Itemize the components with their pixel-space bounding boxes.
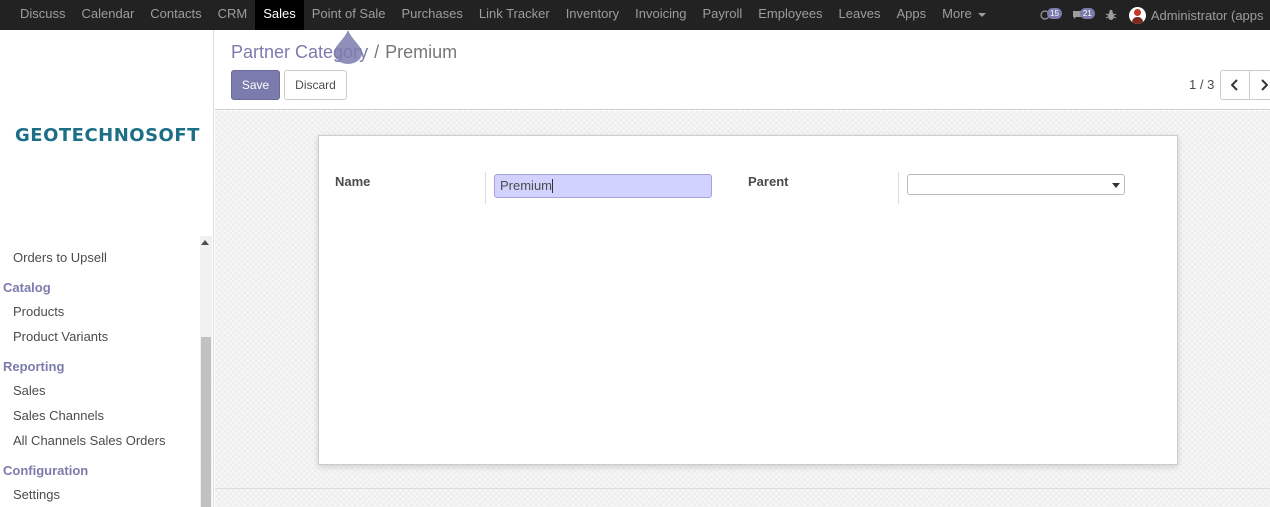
menu-contacts[interactable]: Contacts	[142, 0, 209, 30]
pager-previous-button[interactable]	[1220, 70, 1250, 100]
systray: 15 21 Administrator (apps	[1040, 0, 1264, 30]
breadcrumb-separator: /	[374, 42, 380, 62]
company-logo: GEOTECHNOSOFT	[15, 125, 200, 146]
divider	[485, 172, 486, 204]
activities-button[interactable]: 15	[1040, 7, 1062, 20]
messages-count-badge: 21	[1079, 7, 1095, 19]
debug-button[interactable]	[1105, 9, 1117, 21]
user-name: Administrator (apps	[1150, 7, 1264, 23]
menu-inventory[interactable]: Inventory	[558, 0, 627, 30]
menu-calendar[interactable]: Calendar	[74, 0, 143, 30]
text-caret	[552, 178, 554, 193]
name-field[interactable]: Premium	[494, 174, 712, 198]
sidebar-item-products[interactable]: Products	[13, 304, 64, 319]
menu-leaves[interactable]: Leaves	[831, 0, 889, 30]
app-menu: Discuss Calendar Contacts CRM Sales Poin…	[0, 0, 994, 30]
menu-more[interactable]: More	[934, 0, 994, 30]
bug-icon	[1105, 9, 1117, 20]
user-menu[interactable]: Administrator (apps	[1128, 6, 1264, 24]
menu-point-of-sale[interactable]: Point of Sale	[304, 0, 394, 30]
sidebar-section-reporting: Reporting	[3, 359, 65, 374]
control-panel: Partner Category / Premium Save Discard 1 …	[215, 30, 1270, 110]
pager-value[interactable]: 1 / 3	[1189, 77, 1214, 92]
sidebar-item-all-channels-sales-orders[interactable]: All Channels Sales Orders	[13, 433, 165, 448]
menu-more-label: More	[942, 6, 972, 21]
sidebar-section-configuration: Configuration	[3, 463, 89, 478]
menu-purchases[interactable]: Purchases	[393, 0, 470, 30]
menu-invoicing[interactable]: Invoicing	[627, 0, 694, 30]
menu-sales[interactable]: Sales	[255, 0, 304, 30]
menu-employees[interactable]: Employees	[750, 0, 830, 30]
parent-select[interactable]	[907, 174, 1125, 195]
discard-button[interactable]: Discard	[284, 70, 347, 100]
caret-down-icon[interactable]	[1112, 183, 1120, 188]
messages-button[interactable]: 21	[1072, 7, 1095, 20]
menu-link-tracker[interactable]: Link Tracker	[471, 0, 558, 30]
divider	[215, 488, 1270, 489]
cursor-droplet-icon	[334, 30, 362, 64]
app-sidebar: GEOTECHNOSOFT Orders to Upsell Catalog P…	[0, 30, 214, 507]
name-label: Name	[335, 174, 371, 189]
sidebar-item-sales[interactable]: Sales	[13, 383, 46, 398]
sidebar-item-sales-channels[interactable]: Sales Channels	[13, 408, 104, 423]
menu-crm[interactable]: CRM	[210, 0, 256, 30]
activities-count-badge: 15	[1047, 7, 1062, 19]
divider	[898, 172, 899, 204]
sidebar-section-catalog: Catalog	[3, 280, 51, 295]
pager-next-button[interactable]	[1249, 70, 1270, 100]
save-button[interactable]: Save	[231, 70, 280, 100]
form-sheet: Name Premium Parent	[318, 135, 1178, 465]
parent-label: Parent	[748, 174, 789, 189]
chevron-left-icon	[1231, 79, 1238, 91]
avatar	[1128, 6, 1146, 24]
menu-discuss[interactable]: Discuss	[12, 0, 74, 30]
chevron-right-icon	[1261, 79, 1268, 91]
name-field-value: Premium	[500, 178, 553, 193]
breadcrumb-current: Premium	[385, 42, 458, 62]
menu-apps[interactable]: Apps	[888, 0, 934, 30]
sidebar-item-settings[interactable]: Settings	[13, 487, 60, 502]
scroll-up-arrow-icon[interactable]	[201, 240, 209, 245]
main-navbar: Discuss Calendar Contacts CRM Sales Poin…	[0, 0, 1270, 30]
caret-down-icon	[977, 12, 986, 17]
menu-payroll[interactable]: Payroll	[694, 0, 750, 30]
sidebar-item-product-variants[interactable]: Product Variants	[13, 329, 108, 344]
sidebar-scrollbar-thumb[interactable]	[201, 337, 211, 507]
sidebar-item-orders-to-upsell[interactable]: Orders to Upsell	[13, 250, 107, 265]
